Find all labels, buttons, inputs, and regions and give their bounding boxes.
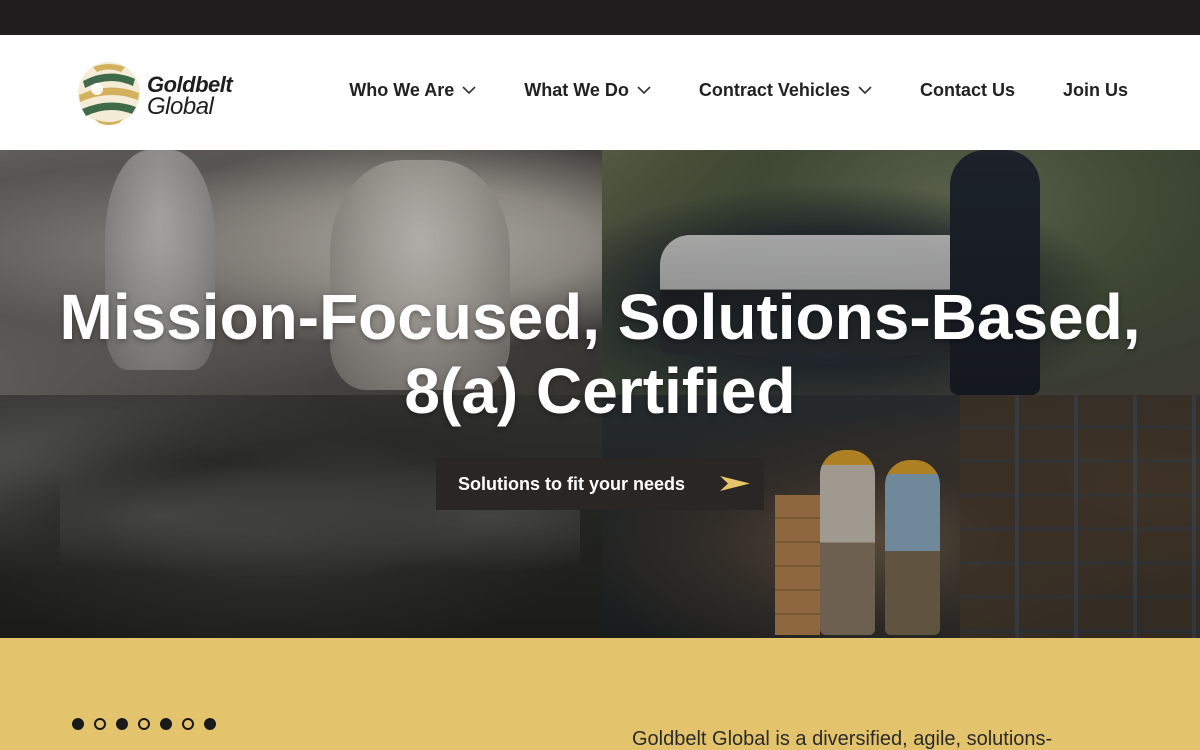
nav-what-we-do[interactable]: What We Do [524, 80, 651, 101]
nav-who-we-are-label: Who We Are [349, 80, 455, 100]
carousel-dot-3[interactable] [116, 718, 128, 730]
logo-link[interactable]: Goldbelt Global [75, 59, 265, 129]
carousel-dot-4[interactable] [138, 718, 150, 730]
top-bar [0, 0, 1200, 35]
hero-title-line1: Mission-Focused, Solutions-Based, [59, 281, 1141, 353]
solutions-cta-button[interactable]: Solutions to fit your needs [436, 458, 764, 510]
nav-join-us-label: Join Us [1062, 80, 1128, 100]
solutions-cta-label: Solutions to fit your needs [458, 473, 686, 494]
nav-contract-vehicles-label: Contract Vehicles [698, 80, 850, 100]
intro-paragraph: Goldbelt Global is a diversified, agile,… [632, 728, 1053, 750]
nav-join-us[interactable]: Join Us [1063, 80, 1128, 101]
arrow-right-icon [720, 476, 750, 491]
carousel-dot-6[interactable] [182, 718, 194, 730]
main-nav: Who We Are What We Do Contract Vehicles … [349, 80, 1128, 101]
intro-band: Goldbelt Global is a diversified, agile,… [0, 638, 1200, 750]
hero-title-line2: 8(a) Certified [404, 355, 796, 427]
carousel-dot-2[interactable] [94, 718, 106, 730]
nav-contract-vehicles[interactable]: Contract Vehicles [699, 80, 872, 101]
nav-who-we-are[interactable]: Who We Are [349, 80, 476, 101]
nav-contact-us[interactable]: Contact Us [920, 80, 1015, 101]
carousel-dot-5[interactable] [160, 718, 172, 730]
chevron-down-icon [462, 86, 476, 95]
site-header: Goldbelt Global Who We Are What We Do Co… [0, 35, 1200, 150]
carousel-dots [72, 718, 226, 730]
chevron-down-icon [637, 86, 651, 95]
logo-wordmark-line2: Global [147, 93, 214, 120]
hero-banner: Mission-Focused, Solutions-Based, 8(a) C… [0, 150, 1200, 638]
globe-logo-icon [78, 62, 140, 125]
hero-title: Mission-Focused, Solutions-Based, 8(a) C… [0, 280, 1200, 428]
nav-contact-us-label: Contact Us [919, 80, 1015, 100]
carousel-dot-1[interactable] [72, 718, 84, 730]
chevron-down-icon [858, 86, 872, 95]
carousel-dot-7[interactable] [204, 718, 216, 730]
nav-what-we-do-label: What We Do [524, 80, 629, 100]
